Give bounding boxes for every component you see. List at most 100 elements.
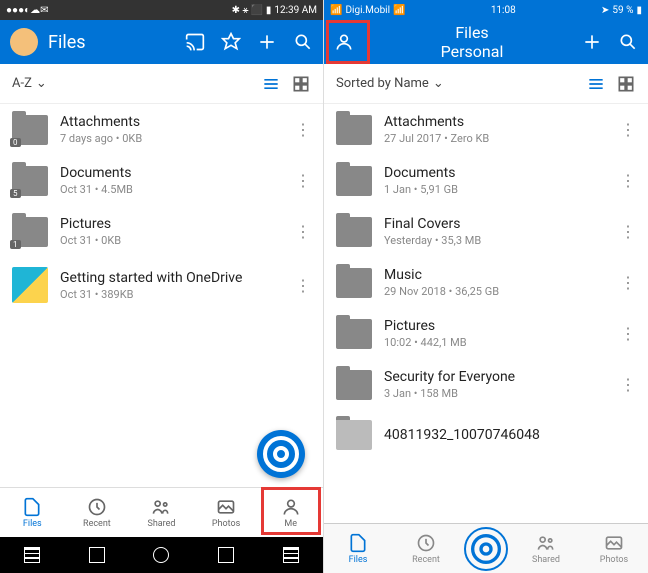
more-icon[interactable]: ⋮ xyxy=(620,120,636,139)
header-title: Files xyxy=(362,23,582,42)
list-item[interactable]: Attachments 27 Jul 2017 • Zero KB ⋮ xyxy=(324,104,648,155)
list-item[interactable]: 5 DocumentsOct 31 • 4.5MB ⋮ xyxy=(0,155,323,206)
more-icon[interactable]: ⋮ xyxy=(295,171,311,190)
list-item[interactable]: Getting started with OneDrive Oct 31 • 38… xyxy=(0,257,323,313)
item-subtitle: Oct 31 • 389KB xyxy=(60,288,283,301)
item-title: Pictures xyxy=(60,216,283,232)
more-icon[interactable]: ⋮ xyxy=(620,222,636,241)
nav-files[interactable]: Files xyxy=(324,533,392,565)
header-title: Files xyxy=(48,32,185,53)
add-icon[interactable] xyxy=(257,32,277,52)
nav-recent[interactable]: Recent xyxy=(392,533,460,565)
file-list: Attachments 27 Jul 2017 • Zero KB ⋮ Docume… xyxy=(324,104,648,523)
recent-apps-button[interactable] xyxy=(24,547,40,563)
list-item[interactable]: Security for Everyone 3 Jan • 158 MB ⋮ xyxy=(324,359,648,410)
more-icon[interactable]: ⋮ xyxy=(620,375,636,394)
app-header: Files xyxy=(0,20,323,64)
search-icon[interactable] xyxy=(293,32,313,52)
more-icon[interactable]: ⋮ xyxy=(295,120,311,139)
nav-recent[interactable]: Recent xyxy=(65,488,130,537)
back-button[interactable] xyxy=(218,547,234,563)
sort-dropdown[interactable]: Sorted by Name ⌄ xyxy=(336,76,576,91)
header-subtitle: Personal xyxy=(362,42,582,61)
view-grid-icon[interactable] xyxy=(616,74,636,94)
item-subtitle: 10:02 • 442,1 MB xyxy=(384,336,608,349)
list-item[interactable]: Documents 1 Jan • 5,91 GB ⋮ xyxy=(324,155,648,206)
item-subtitle: 1 Jan • 5,91 GB xyxy=(384,183,608,196)
item-title: Music xyxy=(384,267,608,283)
view-list-icon[interactable] xyxy=(261,74,281,94)
status-icons-right: ✱ ⚹ ⬛ ▮ 12:39 AM xyxy=(232,5,317,16)
status-right: ➤ 59 % ▮ xyxy=(601,5,642,16)
folder-icon xyxy=(336,166,372,196)
item-title: 40811932_10070746048 xyxy=(384,427,636,443)
more-icon[interactable]: ⋮ xyxy=(295,222,311,241)
more-icon[interactable]: ⋮ xyxy=(620,171,636,190)
status-left: 📶 Digi.Mobil 📶 xyxy=(330,5,406,16)
folder-icon xyxy=(336,268,372,298)
item-subtitle: 7 days ago • 0KB xyxy=(60,132,283,145)
item-subtitle: 29 Nov 2018 • 36,25 GB xyxy=(384,285,608,298)
item-title: Getting started with OneDrive xyxy=(60,270,283,286)
nav-shared[interactable]: Shared xyxy=(512,533,580,565)
menu-button[interactable] xyxy=(283,547,299,563)
chevron-down-icon: ⌄ xyxy=(36,76,47,91)
item-title: Pictures xyxy=(384,318,608,334)
search-icon[interactable] xyxy=(618,32,638,52)
status-icons-left: ●●●◐☁✉ xyxy=(6,5,49,16)
folder-icon xyxy=(336,217,372,247)
highlight-annotation xyxy=(326,20,370,64)
folder-icon xyxy=(336,115,372,145)
camera-fab[interactable] xyxy=(257,430,305,478)
android-status-bar: ●●●◐☁✉ ✱ ⚹ ⬛ ▮ 12:39 AM xyxy=(0,0,323,20)
more-icon[interactable]: ⋮ xyxy=(620,273,636,292)
more-icon[interactable]: ⋮ xyxy=(620,324,636,343)
item-subtitle: 27 Jul 2017 • Zero KB xyxy=(384,132,608,145)
sort-dropdown[interactable]: A-Z ⌄ xyxy=(12,76,251,91)
list-item[interactable]: Final Covers Yesterday • 35,3 MB ⋮ xyxy=(324,206,648,257)
app-header: Files Personal xyxy=(324,20,648,64)
folder-icon: 5 xyxy=(12,166,48,196)
file-thumbnail xyxy=(12,267,48,303)
status-time: 11:08 xyxy=(491,5,516,16)
list-item[interactable]: Music 29 Nov 2018 • 36,25 GB ⋮ xyxy=(324,257,648,308)
nav-photos[interactable]: Photos xyxy=(194,488,259,537)
item-subtitle: Oct 31 • 0KB xyxy=(60,234,283,247)
ios-status-bar: 📶 Digi.Mobil 📶 11:08 ➤ 59 % ▮ xyxy=(324,0,648,20)
add-icon[interactable] xyxy=(582,32,602,52)
list-item[interactable]: Pictures 10:02 • 442,1 MB ⋮ xyxy=(324,308,648,359)
profile-avatar[interactable] xyxy=(10,28,38,56)
android-system-nav xyxy=(0,537,323,573)
folder-icon xyxy=(336,319,372,349)
item-title: Documents xyxy=(60,165,283,181)
nav-photos[interactable]: Photos xyxy=(580,533,648,565)
folder-icon xyxy=(336,420,372,450)
list-item[interactable]: 1 Pictures Oct 31 • 0KB ⋮ xyxy=(0,206,323,257)
bottom-nav: Files Recent Shared Photos xyxy=(324,523,648,573)
folder-icon: 1 xyxy=(12,217,48,247)
view-list-icon[interactable] xyxy=(586,74,606,94)
item-subtitle: Yesterday • 35,3 MB xyxy=(384,234,608,247)
folder-icon xyxy=(336,370,372,400)
list-item[interactable]: 0 Attachments 7 days ago • 0KB ⋮ xyxy=(0,104,323,155)
cast-icon[interactable] xyxy=(185,32,205,52)
view-grid-icon[interactable] xyxy=(291,74,311,94)
list-item[interactable]: 40811932_10070746048 xyxy=(324,410,648,460)
sort-bar: Sorted by Name ⌄ xyxy=(324,64,648,104)
item-title: Security for Everyone xyxy=(384,369,608,385)
folder-icon: 0 xyxy=(12,115,48,145)
camera-button[interactable] xyxy=(464,527,508,571)
item-title: Documents xyxy=(384,165,608,181)
premium-icon[interactable] xyxy=(221,32,241,52)
home-button[interactable] xyxy=(153,547,169,563)
sort-bar: A-Z ⌄ xyxy=(0,64,323,104)
item-title: Attachments xyxy=(60,114,283,130)
nav-shared[interactable]: Shared xyxy=(129,488,194,537)
more-icon[interactable]: ⋮ xyxy=(295,276,311,295)
item-subtitle: 3 Jan • 158 MB xyxy=(384,387,608,400)
highlight-annotation xyxy=(261,487,321,535)
item-title: Final Covers xyxy=(384,216,608,232)
overview-button[interactable] xyxy=(89,547,105,563)
nav-files[interactable]: Files xyxy=(0,488,65,537)
item-title: Attachments xyxy=(384,114,608,130)
